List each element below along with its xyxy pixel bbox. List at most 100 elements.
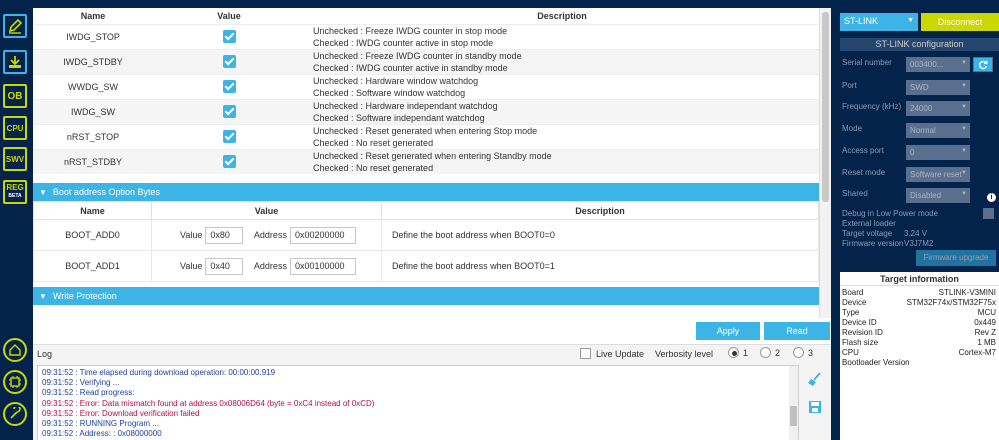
cpu-button[interactable]: CPU — [3, 116, 27, 140]
table-row: BOOT_ADD0 Value 0x80 Address 0x00200000 De… — [33, 219, 819, 251]
boot-add1-value-input[interactable]: 0x40 — [205, 257, 244, 275]
option-desc: Unchecked : Reset generated when enterin… — [313, 125, 538, 136]
option-bytes-button[interactable]: OB — [3, 84, 27, 108]
verbosity-radio-2[interactable]: 2 — [760, 347, 780, 358]
refresh-serial-button[interactable] — [973, 57, 993, 72]
refresh-icon — [979, 60, 988, 69]
live-update-toggle[interactable]: Live Update — [580, 348, 644, 359]
reset-mode-value: Software reset — [910, 170, 962, 179]
shared-value: Disabled — [910, 191, 942, 200]
option-desc: Checked : Software independant watchdog — [313, 112, 485, 123]
radio-circle[interactable] — [728, 347, 739, 358]
nrst-stdby-checkbox[interactable] — [222, 155, 236, 169]
info-value: STLINK-V3MINI — [938, 288, 996, 297]
target-voltage-value: 3.24 V — [904, 229, 928, 238]
registers-button[interactable]: REG BETA — [3, 180, 27, 204]
ob-label: OB — [7, 90, 23, 102]
write-protection-section-header[interactable]: ▼ Write Protection — [33, 287, 819, 305]
chevron-down-icon: ▼ — [907, 17, 914, 24]
chevron-down-icon: ▼ — [39, 187, 47, 197]
col-value: Value — [151, 201, 382, 220]
info-value: Cortex-M7 — [958, 348, 996, 357]
col-name: Name — [80, 10, 106, 21]
radio-circle[interactable] — [760, 347, 771, 358]
port-select[interactable]: SWD ▼ — [906, 80, 970, 95]
iwdg-stdby-checkbox[interactable] — [222, 55, 236, 68]
shared-label: Shared — [842, 189, 868, 198]
probe-type-select[interactable]: ST-LINK ▼ — [840, 13, 918, 31]
info-key: Bootloader Version — [842, 358, 910, 367]
clear-log-icon[interactable] — [805, 369, 825, 389]
address-label: Address — [253, 261, 287, 271]
action-bar: Apply Read — [33, 318, 831, 344]
firmware-version-label: Firmware version — [842, 239, 904, 248]
wrench-icon[interactable] — [3, 402, 27, 426]
chevron-down-icon: ▼ — [961, 60, 967, 66]
nrst-stop-checkbox[interactable] — [222, 130, 236, 143]
home-icon[interactable] — [3, 338, 27, 362]
col-value: Value — [217, 10, 241, 21]
log-scrollbar[interactable] — [789, 366, 798, 440]
boot-name: BOOT_ADD0 — [33, 219, 152, 251]
swv-button[interactable]: SWV — [3, 147, 27, 171]
chevron-down-icon: ▼ — [961, 104, 967, 110]
frequency-select[interactable]: 24000 ▼ — [906, 101, 970, 116]
live-update-label: Live Update — [596, 348, 645, 359]
port-label: Port — [842, 81, 857, 90]
iwdg-sw-checkbox[interactable] — [222, 105, 236, 118]
section-title: Write Protection — [52, 291, 117, 301]
read-button[interactable]: Read — [764, 322, 830, 340]
wwdg-sw-checkbox[interactable] — [222, 80, 236, 93]
option-desc: Checked : No reset generated — [313, 137, 434, 148]
verbosity-radio-3[interactable]: 3 — [793, 347, 813, 358]
live-update-checkbox[interactable] — [580, 348, 591, 359]
log-line: 09:31:52 : Address: : 0x08000000 — [42, 429, 162, 439]
access-port-select[interactable]: 0 ▼ — [906, 145, 970, 160]
option-desc: Unchecked : Reset generated when enterin… — [313, 150, 552, 161]
probe-type-value: ST-LINK — [844, 16, 879, 26]
info-value: MCU — [977, 308, 996, 317]
iwdg-stop-checkbox[interactable] — [222, 30, 236, 43]
radio-circle[interactable] — [793, 347, 804, 358]
mode-label: Mode — [842, 124, 863, 133]
mode-select[interactable]: Normal ▼ — [906, 123, 970, 138]
verbosity-radio-1[interactable]: 1 — [728, 347, 748, 358]
chip-icon[interactable] — [3, 370, 27, 394]
boot-address-section-header[interactable]: ▼ Boot address Option Bytes — [33, 183, 819, 201]
option-desc: Checked : IWDG counter active in stop mo… — [313, 37, 494, 48]
log-output[interactable]: 09:31:52 : Time elapsed during download … — [37, 365, 799, 440]
address-label: Address — [253, 230, 287, 240]
vertical-scrollbar[interactable] — [819, 8, 831, 318]
target-information-panel: Target information Board STLINK-V3MINI De… — [840, 272, 999, 440]
serial-number-label: Serial number — [842, 58, 892, 67]
radio-label: 3 — [808, 347, 814, 358]
radio-label: 1 — [743, 347, 749, 358]
scrollbar-thumb[interactable] — [822, 12, 829, 202]
save-log-icon[interactable] — [805, 397, 825, 417]
info-value: 1 MB — [977, 338, 996, 347]
apply-button[interactable]: Apply — [696, 322, 760, 340]
frequency-value: 24000 — [910, 104, 933, 113]
cpu-label: CPU — [6, 123, 24, 133]
option-desc: Checked : No reset generated — [313, 162, 434, 173]
option-name: nRST_STDBY — [33, 148, 153, 174]
download-icon[interactable] — [3, 50, 27, 74]
edit-memory-icon[interactable] — [3, 14, 27, 38]
debug-low-power-checkbox[interactable] — [983, 208, 994, 219]
disconnect-button[interactable]: Disconnect — [921, 13, 999, 31]
firmware-upgrade-button[interactable]: Firmware upgrade — [916, 250, 996, 266]
boot-add0-value-input[interactable]: 0x80 — [205, 226, 244, 244]
reset-mode-select[interactable]: Software reset ▼ — [906, 167, 970, 182]
log-line: 09:31:52 : Verifying ... — [42, 378, 120, 388]
shared-select[interactable]: Disabled ▼ — [906, 188, 970, 203]
value-label: Value — [180, 230, 203, 240]
log-line: 09:31:52 : Read progress: — [42, 388, 135, 398]
boot-add1-address-input[interactable]: 0x00100000 — [289, 257, 356, 275]
info-icon[interactable]: i — [987, 193, 996, 202]
boot-add0-address-input[interactable]: 0x00200000 — [289, 226, 356, 244]
serial-number-select[interactable]: 003400... ▼ — [906, 57, 970, 72]
debug-low-power-label: Debug in Low Power mode — [842, 209, 939, 218]
log-line: 09:31:52 : Error: Data mismatch found at… — [42, 398, 375, 408]
scrollbar-thumb[interactable] — [790, 406, 797, 426]
frequency-label: Frequency (kHz) — [842, 102, 902, 111]
